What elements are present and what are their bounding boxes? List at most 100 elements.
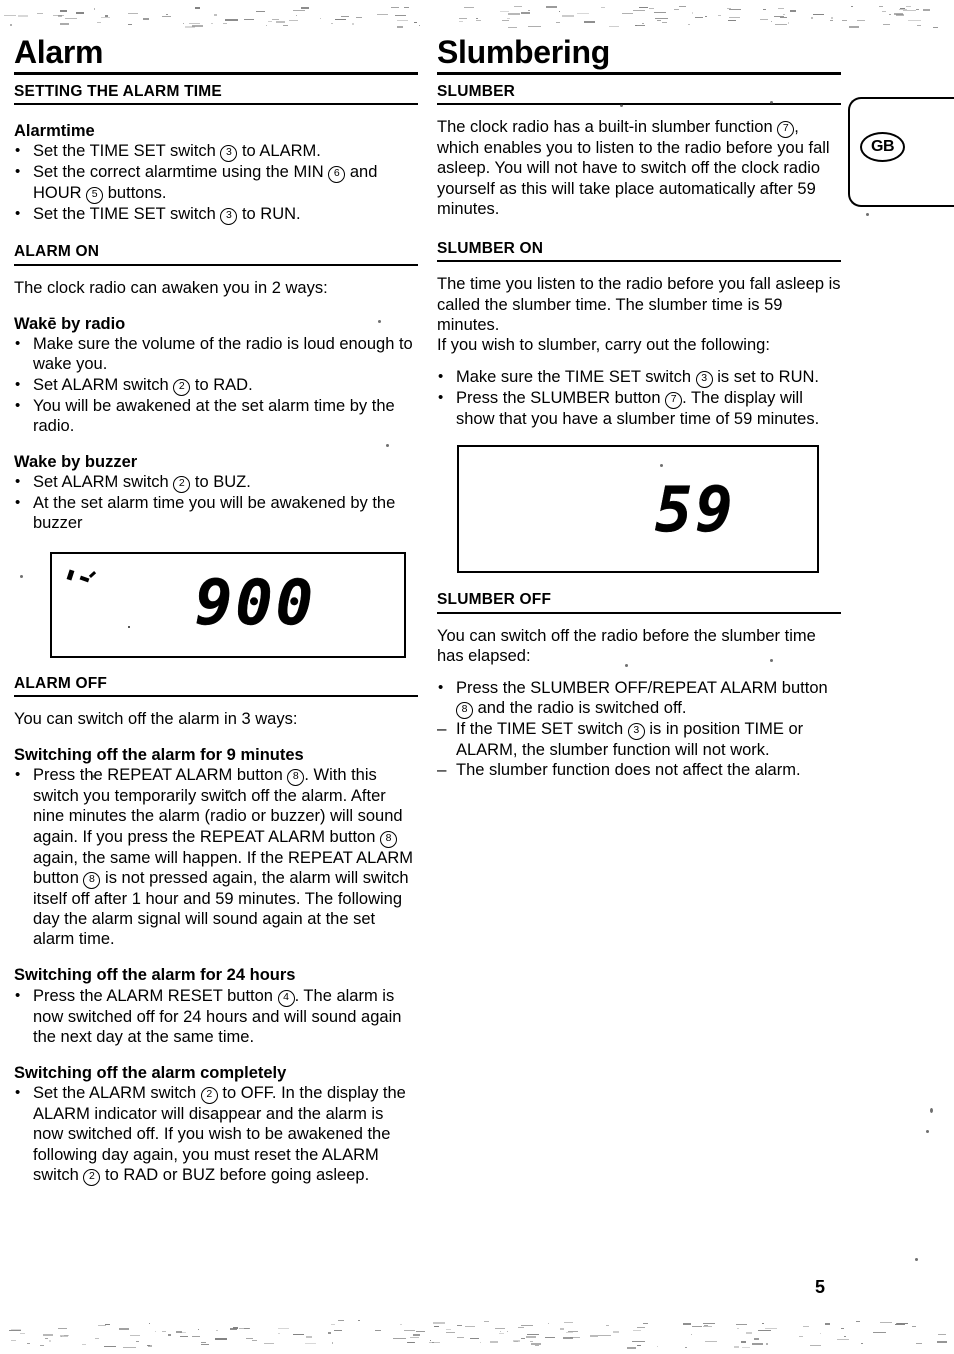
list-item-text: Set the correct alarmtime using the MIN … <box>33 163 378 205</box>
section-rule <box>437 103 841 106</box>
list-item-text: Set the TIME SET switch 3 to ALARM. <box>33 142 321 163</box>
circled-reference-2: 2 <box>173 476 191 494</box>
circled-reference-7: 7 <box>777 121 795 139</box>
sub-heading-switch-off-completely: Switching off the alarm completely <box>14 1064 287 1083</box>
circled-reference-2: 2 <box>173 378 191 396</box>
bullet-list: • Press the ALARM RESET button 4. The ala… <box>14 986 418 1047</box>
bullet-marker: • <box>15 766 21 784</box>
sub-heading-switch-off-9-minutes: Switching off the alarm for 9 minutes <box>14 746 304 765</box>
circled-reference-7: 7 <box>665 392 683 410</box>
scan-speck <box>866 213 869 216</box>
title-rule <box>437 72 841 75</box>
section-setting-the-alarm-time: SETTING THE ALARM TIME Alarmtime • Set th… <box>14 83 418 226</box>
circled-reference-8: 8 <box>380 830 397 848</box>
circled-reference-3: 3 <box>695 371 713 389</box>
sub-heading-wake-by-radio: Wakē by radio <box>14 314 126 333</box>
section-alarm-off: ALARM OFF You can switch off the alarm i… <box>14 674 418 1186</box>
section-paragraph: The clock radio has a built-in slumber f… <box>437 118 830 218</box>
bullet-marker: • <box>15 494 21 512</box>
bullet-marker: • <box>15 473 21 491</box>
circled-reference-4: 4 <box>277 989 295 1007</box>
bullet-marker: • <box>438 389 444 407</box>
bullet-marker: • <box>15 1084 21 1102</box>
bullet-marker: • <box>15 986 21 1004</box>
bullet-list: • Press the REPEAT ALARM button 8. With t… <box>14 765 418 949</box>
list-item: • Press the SLUMBER OFF/REPEAT ALARM butt… <box>437 678 841 720</box>
bullet-marker: • <box>15 142 21 160</box>
bullet-list: • Make sure the TIME SET switch 3 is set … <box>437 367 841 429</box>
bullet-marker: • <box>438 679 444 697</box>
scan-speck <box>926 1130 929 1133</box>
section-slumber: SLUMBER The clock radio has a built-in s… <box>437 83 841 219</box>
list-item: • Set the ALARM switch 2 to OFF. In the d… <box>14 1083 418 1186</box>
chapter-title-slumbering: Slumbering <box>437 34 611 70</box>
list-item: • Press the SLUMBER button 7. The display… <box>437 388 841 429</box>
circled-reference-8: 8 <box>83 871 101 889</box>
language-badge-gb: GB <box>848 97 954 207</box>
section-slumber-on: SLUMBER ON The time you listen to the ra… <box>437 240 841 429</box>
list-item-text: Set the ALARM switch 2 to OFF. In the di… <box>33 1084 406 1186</box>
bullet-list: • Set ALARM switch 2 to BUZ. • At the set … <box>14 472 418 533</box>
section-rule <box>14 694 418 697</box>
circled-reference-2: 2 <box>83 1168 101 1186</box>
page-number: 5 <box>815 1277 826 1297</box>
scan-speck <box>930 1108 933 1113</box>
list-item-text: Press the ALARM RESET button 4. The alar… <box>33 986 402 1046</box>
mixed-marker-list: • Press the SLUMBER OFF/REPEAT ALARM butt… <box>437 678 841 781</box>
gb-oval-label: GB <box>860 132 905 162</box>
bullet-marker: • <box>15 375 21 393</box>
circled-reference-5: 5 <box>86 187 104 205</box>
list-item: • Make sure the volume of the radio is lo… <box>14 334 418 374</box>
list-item-text: If the TIME SET switch 3 is in position … <box>456 720 804 760</box>
list-item: • Set ALARM switch 2 to BUZ. <box>14 472 418 494</box>
scan-speck <box>915 1258 918 1261</box>
section-alarm-on: ALARM ON The clock radio can awaken you … <box>14 244 418 533</box>
section-heading: ALARM OFF <box>14 674 108 692</box>
list-item: – The slumber function does not affect th… <box>437 760 841 780</box>
list-item-text: Make sure the TIME SET switch 3 is set t… <box>456 368 819 389</box>
lcd-digits: 59 <box>655 473 736 547</box>
bullet-marker: • <box>15 335 21 353</box>
bullet-marker: • <box>438 368 444 386</box>
list-item-text: Set ALARM switch 2 to RAD. <box>33 375 253 396</box>
list-item: • You will be awakened at the set alarm t… <box>14 396 418 436</box>
section-slumber-off: SLUMBER OFF You can switch off the radio… <box>437 592 841 780</box>
lcd-display-slumber-time: 59 <box>457 445 819 574</box>
list-item: • Make sure the TIME SET switch 3 is set … <box>437 367 841 389</box>
section-paragraph-line-1: The time you listen to the radio before … <box>437 275 841 334</box>
chapter-title-alarm: Alarm <box>14 34 104 70</box>
lcd-display-alarm-time: 900 <box>50 551 406 658</box>
circled-reference-8: 8 <box>287 769 305 787</box>
list-item: • Set the TIME SET switch 3 to ALARM. <box>14 141 418 163</box>
circled-reference-2: 2 <box>200 1087 218 1105</box>
section-paragraph: You can switch off the radio before the … <box>437 626 816 665</box>
bullet-marker: • <box>15 205 21 223</box>
lcd-digits: 900 <box>195 565 316 639</box>
list-item-text: Press the REPEAT ALARM button 8. With th… <box>33 766 414 949</box>
section-intro: The clock radio can awaken you in 2 ways… <box>14 278 328 297</box>
right-column: Slumbering SLUMBER The clock radio has a… <box>437 36 841 781</box>
dash-marker: – <box>437 719 447 739</box>
list-item: • Press the ALARM RESET button 4. The ala… <box>14 986 418 1047</box>
list-item-text: Press the SLUMBER OFF/REPEAT ALARM butto… <box>456 679 828 720</box>
circled-reference-8: 8 <box>456 702 473 720</box>
section-heading: SLUMBER <box>437 83 516 100</box>
list-item-text: You will be awakened at the set alarm ti… <box>33 396 395 435</box>
list-item-text: Set ALARM switch 2 to BUZ. <box>33 473 251 494</box>
section-paragraph-line-2: If you wish to slumber, carry out the fo… <box>437 335 770 354</box>
list-item-text: Make sure the volume of the radio is lou… <box>33 335 413 374</box>
bullet-list: • Set the ALARM switch 2 to OFF. In the d… <box>14 1083 418 1186</box>
scan-artifact-top <box>0 6 954 28</box>
circled-reference-3: 3 <box>627 723 645 741</box>
list-item-text: Press the SLUMBER button 7. The display … <box>456 389 820 429</box>
list-item: • Set the correct alarmtime using the MIN… <box>14 162 418 205</box>
title-rule <box>14 72 418 75</box>
list-item: • At the set alarm time you will be awake… <box>14 493 418 533</box>
list-item-text: At the set alarm time you will be awaken… <box>33 494 396 533</box>
circled-reference-3: 3 <box>220 208 238 226</box>
circled-reference-6: 6 <box>328 166 346 184</box>
section-rule <box>437 611 841 614</box>
section-heading: SETTING THE ALARM TIME <box>14 83 222 100</box>
bullet-list: • Set the TIME SET switch 3 to ALARM. • Se… <box>14 141 418 226</box>
dash-marker: – <box>437 760 447 780</box>
